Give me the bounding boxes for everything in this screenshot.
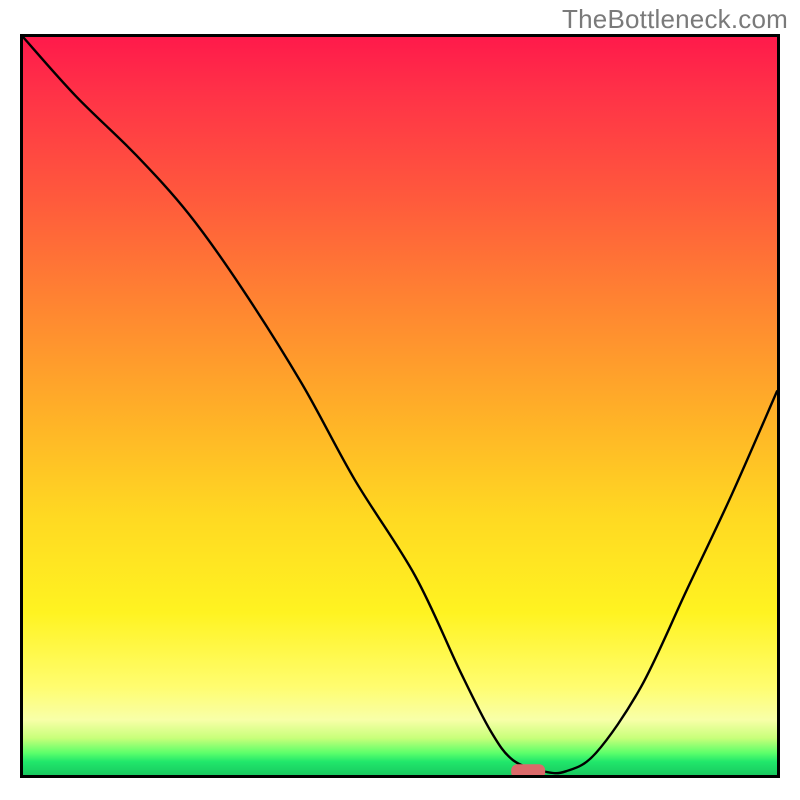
curve-svg xyxy=(23,37,777,775)
bottleneck-curve xyxy=(23,37,777,773)
plot-frame xyxy=(20,34,780,778)
watermark-text: TheBottleneck.com xyxy=(562,4,788,35)
chart-container: TheBottleneck.com xyxy=(0,0,800,800)
optimal-marker xyxy=(511,764,545,775)
